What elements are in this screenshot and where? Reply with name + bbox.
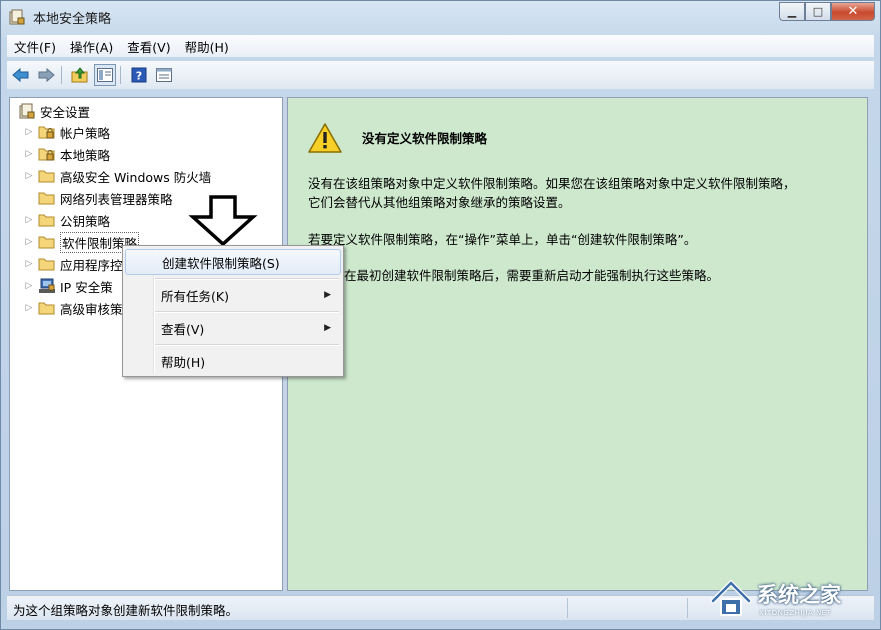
tree-item-label: 应用程序控 xyxy=(60,257,123,273)
folder-icon xyxy=(38,236,55,249)
expand-arrow-icon[interactable]: ▷ xyxy=(24,127,34,137)
content-paragraph-2: 若要定义软件限制策略，在“操作”菜单上，单击“创建软件限制策略”。 xyxy=(308,232,697,247)
tree-root-label: 安全设置 xyxy=(40,104,91,120)
menu-item-label: 所有任务(K) xyxy=(161,288,229,304)
menu-item-view[interactable]: 查看(V) ▶ xyxy=(125,315,341,341)
tree-item-label: 高级安全 Windows 防火墙 xyxy=(60,169,212,185)
folder-icon xyxy=(38,170,55,183)
site-logo-icon xyxy=(710,579,752,616)
caption-buttons: ▁ □ ✕ xyxy=(779,2,875,22)
forward-icon xyxy=(38,67,55,83)
forward-button[interactable] xyxy=(35,64,57,86)
properties-icon xyxy=(156,68,172,82)
annotation-down-arrow-icon xyxy=(188,195,258,247)
locked-folder-icon xyxy=(38,148,55,161)
watermark-brand: 系统之家 xyxy=(757,583,841,607)
toolbar: ? xyxy=(7,61,874,89)
menu-item-all-tasks[interactable]: 所有任务(K) ▶ xyxy=(125,282,341,308)
folder-icon xyxy=(38,214,55,227)
status-separator xyxy=(567,598,568,618)
svg-text:?: ? xyxy=(136,70,142,83)
expand-arrow-icon[interactable]: ▷ xyxy=(24,303,34,313)
expand-arrow-icon[interactable]: ▷ xyxy=(24,171,34,181)
help-button[interactable]: ? xyxy=(128,64,150,86)
tree-item-advanced-audit[interactable]: ▷ 高级审核策 xyxy=(10,298,123,318)
folder-icon xyxy=(38,258,55,271)
close-button[interactable]: ✕ xyxy=(831,2,875,21)
title-bar[interactable]: 本地安全策略 ▁ □ ✕ xyxy=(1,1,880,33)
expand-arrow-icon[interactable]: ▷ xyxy=(24,281,34,291)
tree-item-label: 高级审核策 xyxy=(60,301,123,317)
menu-bar: 文件(F) 操作(A) 查看(V) 帮助(H) xyxy=(7,35,874,57)
tree-item-software-restriction[interactable]: ▷ 软件限制策略 xyxy=(10,231,140,253)
submenu-arrow-icon: ▶ xyxy=(324,290,331,300)
tree-item-label: IP 安全策 xyxy=(60,279,113,295)
up-level-button[interactable] xyxy=(69,64,91,86)
security-policy-app-icon xyxy=(9,9,25,25)
close-icon: ✕ xyxy=(847,4,859,19)
properties-button[interactable] xyxy=(153,64,175,86)
tree-item-account-policies[interactable]: ▷ 帐户策略 xyxy=(10,122,110,142)
tree-item-local-policies[interactable]: ▷ 本地策略 xyxy=(10,144,110,164)
menu-item-label: 帮助(H) xyxy=(161,354,206,370)
expand-arrow-icon[interactable]: ▷ xyxy=(24,259,34,269)
watermark: 系统之家 XITONGZHIJIA.NET xyxy=(709,575,879,629)
expand-arrow-icon[interactable]: ▷ xyxy=(24,215,34,225)
tree-item-app-control[interactable]: ▷ 应用程序控 xyxy=(10,254,123,274)
app-window: 本地安全策略 ▁ □ ✕ 文件(F) 操作(A) 查看(V) 帮助(H) ? 安… xyxy=(0,0,881,630)
tree-item-windows-firewall[interactable]: ▷ 高级安全 Windows 防火墙 xyxy=(10,166,212,186)
menu-action[interactable]: 操作(A) xyxy=(63,37,120,56)
status-separator xyxy=(687,598,688,618)
menu-item-label: 创建软件限制策略(S) xyxy=(162,255,280,271)
tree-item-label: 网络列表管理器策略 xyxy=(60,191,173,207)
toolbar-separator xyxy=(61,66,62,84)
menu-item-create-policy[interactable]: 创建软件限制策略(S) xyxy=(125,249,341,275)
tree-item-ip-security[interactable]: ▷ IP 安全策 xyxy=(10,276,113,296)
menu-separator xyxy=(155,278,339,280)
back-icon xyxy=(12,67,29,83)
tree-root[interactable]: 安全设置 xyxy=(10,101,90,121)
submenu-arrow-icon: ▶ xyxy=(324,323,331,333)
expand-arrow-icon[interactable]: ▷ xyxy=(24,149,34,159)
content-line: 它们会替代从其他组策略对象继承的策略设置。 xyxy=(308,195,571,210)
context-menu: 创建软件限制策略(S) 所有任务(K) ▶ 查看(V) ▶ 帮助(H) xyxy=(122,245,344,377)
security-settings-icon xyxy=(19,103,35,119)
locked-folder-icon xyxy=(38,126,55,139)
expand-arrow-icon[interactable]: ▷ xyxy=(24,237,34,247)
content-line: 没有在该组策略对象中定义软件限制策略。如果您在该组策略对象中定义软件限制策略， xyxy=(308,176,796,191)
toolbar-separator xyxy=(120,66,121,84)
minimize-icon: ▁ xyxy=(787,5,797,18)
content-paragraph-1: 没有在该组策略对象中定义软件限制策略。如果您在该组策略对象中定义软件限制策略， … xyxy=(308,174,848,212)
menu-item-help[interactable]: 帮助(H) xyxy=(125,348,341,374)
folder-icon xyxy=(38,192,55,205)
show-hide-tree-button[interactable] xyxy=(94,64,116,86)
menu-item-label: 查看(V) xyxy=(161,321,205,337)
status-text: 为这个组策略对象创建新软件限制策略。 xyxy=(13,603,239,618)
menu-separator xyxy=(155,344,339,346)
window-title: 本地安全策略 xyxy=(33,12,112,27)
menu-separator xyxy=(155,311,339,313)
help-icon: ? xyxy=(131,67,147,83)
menu-help[interactable]: 帮助(H) xyxy=(178,37,236,56)
tree-item-label: 公钥策略 xyxy=(60,213,111,229)
watermark-url: XITONGZHIJIA.NET xyxy=(759,609,832,617)
back-button[interactable] xyxy=(10,64,32,86)
ip-security-icon xyxy=(39,278,55,293)
show-hide-tree-icon xyxy=(97,68,113,82)
menu-view[interactable]: 查看(V) xyxy=(120,37,177,56)
warning-icon xyxy=(308,123,342,153)
up-folder-icon xyxy=(71,67,88,83)
tree-item-label: 本地策略 xyxy=(60,147,111,163)
content-paragraph-3: 在最初创建软件限制策略后，需要重新启动才能强制执行这些策略。 xyxy=(344,268,720,283)
content-heading: 没有定义软件限制策略 xyxy=(362,131,488,146)
maximize-button[interactable]: □ xyxy=(805,2,831,21)
menu-file[interactable]: 文件(F) xyxy=(7,37,63,56)
folder-icon xyxy=(38,302,55,315)
tree-item-label: 帐户策略 xyxy=(60,125,111,141)
content-pane: 没有定义软件限制策略 没有在该组策略对象中定义软件限制策略。如果您在该组策略对象… xyxy=(287,97,868,591)
minimize-button[interactable]: ▁ xyxy=(779,2,805,21)
tree-item-network-list[interactable]: ▷ 网络列表管理器策略 xyxy=(10,188,173,208)
maximize-icon: □ xyxy=(812,5,824,18)
tree-item-public-key[interactable]: ▷ 公钥策略 xyxy=(10,210,110,230)
